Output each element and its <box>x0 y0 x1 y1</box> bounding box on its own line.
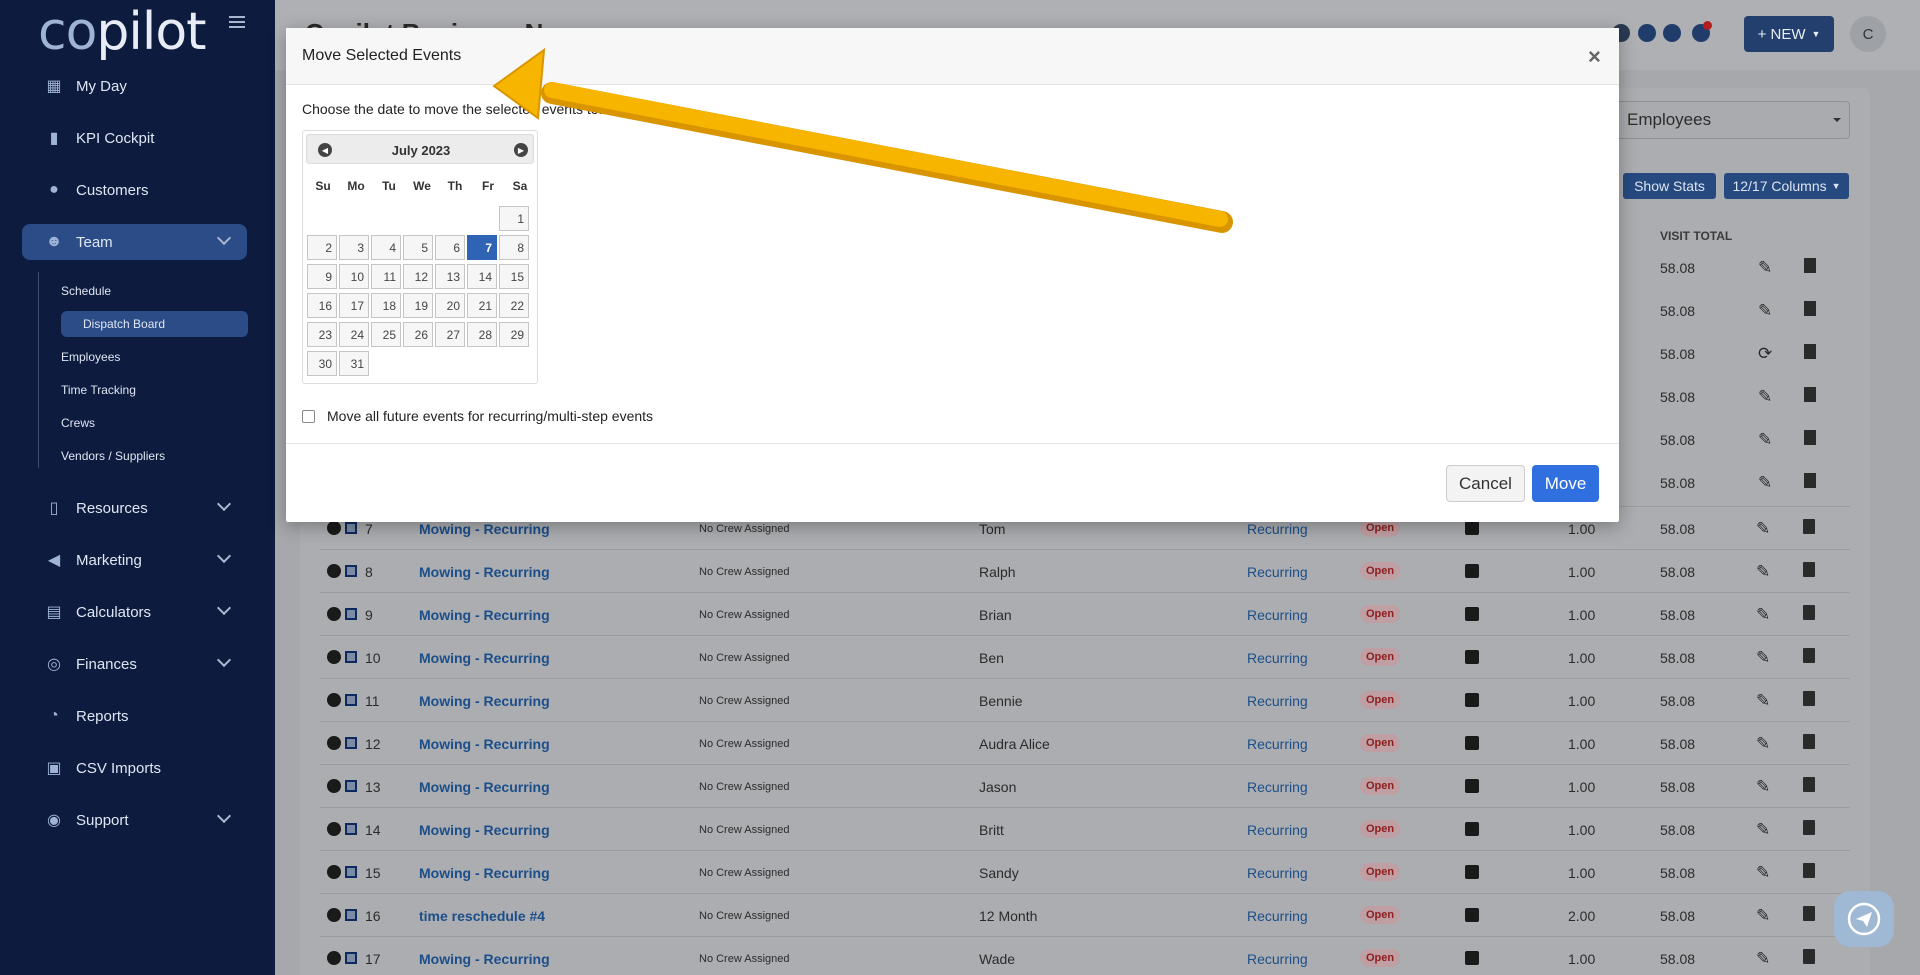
chat-support-button[interactable] <box>1834 891 1894 947</box>
paper-plane-icon <box>1847 902 1881 936</box>
annotation-arrow <box>492 47 1233 233</box>
